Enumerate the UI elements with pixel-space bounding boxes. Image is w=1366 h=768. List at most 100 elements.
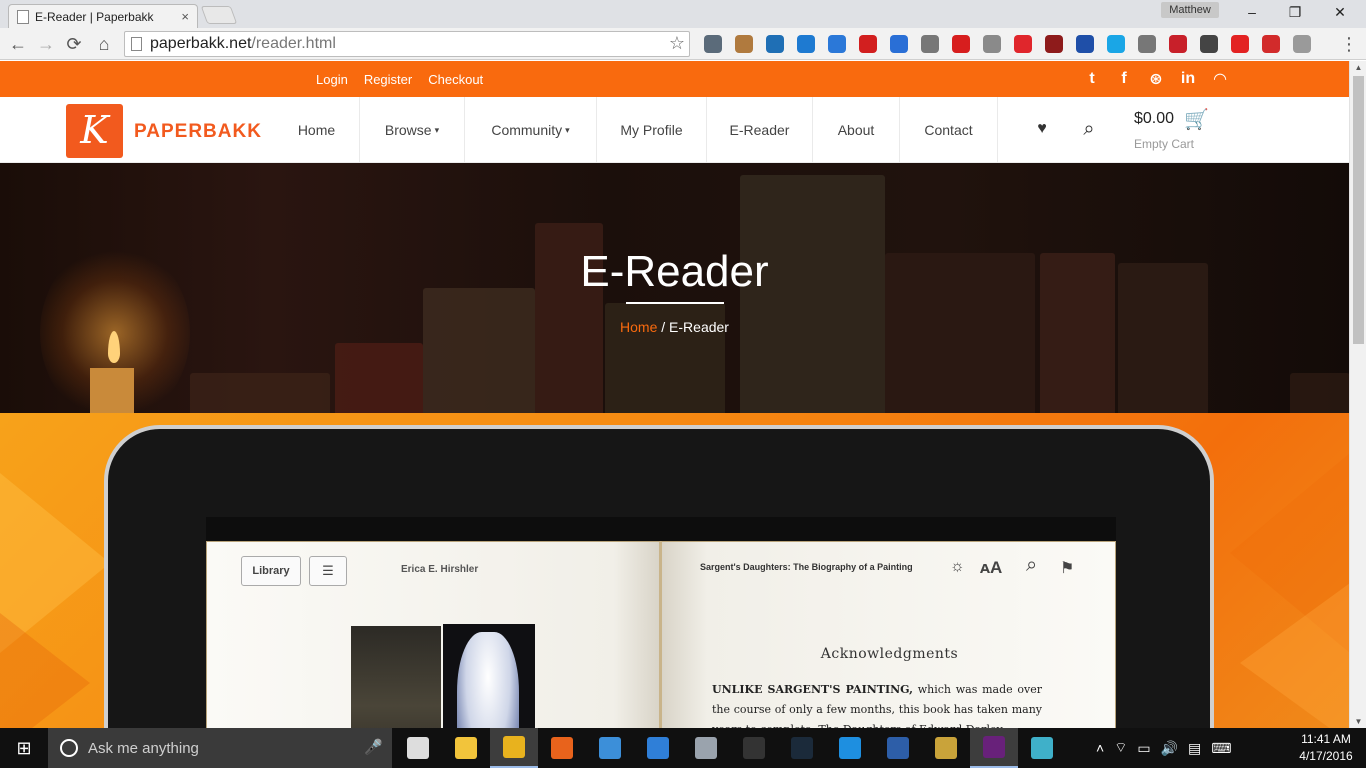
library-button[interactable]: Library <box>241 556 301 586</box>
scroll-thumb[interactable] <box>1353 76 1364 344</box>
profile-button[interactable]: Matthew <box>1161 2 1219 18</box>
network-ext-icon[interactable] <box>793 32 818 56</box>
show-hidden-icon[interactable]: ˄ <box>1096 740 1104 756</box>
browser-menu-button[interactable]: ⋮ <box>1337 32 1361 56</box>
chrome-icon[interactable] <box>490 728 538 768</box>
linkedin-icon[interactable]: in <box>1179 70 1197 88</box>
home-button[interactable]: ⌂ <box>92 32 116 56</box>
chevron-down-icon: ▾ <box>434 124 440 135</box>
start-button[interactable]: ⊞ <box>0 728 48 768</box>
film-ext-icon[interactable] <box>917 32 942 56</box>
twitter-icon[interactable]: t <box>1083 70 1101 88</box>
chat-ext-icon-glyph <box>765 35 784 53</box>
bookmark-star-icon[interactable]: ☆ <box>669 33 685 54</box>
alert-ext-icon[interactable] <box>855 32 880 56</box>
visual-studio-icon[interactable] <box>970 728 1018 768</box>
system-clock[interactable]: 11:41 AM 4/17/2016 <box>1296 731 1356 765</box>
steam-icon[interactable] <box>778 728 826 768</box>
phone-ext-icon[interactable] <box>700 32 725 56</box>
nav-item-e-reader[interactable]: E-Reader <box>707 97 813 163</box>
cortana-search[interactable]: Ask me anything 🎤 <box>48 728 392 768</box>
search-icon[interactable]: ⌕ <box>1077 117 1101 141</box>
cart-icon[interactable]: 🛒 <box>1184 107 1209 132</box>
brightness-icon[interactable]: ☼ <box>950 558 965 576</box>
wifi-icon[interactable]: ⌔ <box>1114 739 1127 757</box>
firefox-icon[interactable] <box>538 728 586 768</box>
nav-item-home[interactable]: Home <box>274 97 360 163</box>
clock-app-icon-glyph <box>647 737 669 759</box>
minimize-button[interactable]: – <box>1232 2 1272 22</box>
dribbble-icon[interactable]: ⊛ <box>1147 69 1165 89</box>
nav-item-contact[interactable]: Contact <box>900 97 998 163</box>
task-view-icon[interactable] <box>394 728 442 768</box>
new-tab-button[interactable] <box>200 6 238 24</box>
restore-button[interactable]: ❐ <box>1275 2 1315 22</box>
tab-close-icon[interactable]: × <box>181 9 189 24</box>
timer-ext-icon[interactable] <box>1258 32 1283 56</box>
ublock-ext-icon[interactable] <box>1041 32 1066 56</box>
keyboard-icon[interactable]: ⌨ <box>1211 740 1231 757</box>
register-link[interactable]: Register <box>364 72 412 87</box>
font-size-icon[interactable]: ᴀA <box>980 558 1002 578</box>
fastforward-ext-icon-glyph <box>1168 35 1187 53</box>
adblock-ext-icon[interactable] <box>948 32 973 56</box>
notifications-icon[interactable]: ▤ <box>1188 740 1201 757</box>
facebook-icon[interactable]: f <box>1115 70 1133 88</box>
login-link[interactable]: Login <box>316 72 348 87</box>
tools-app-icon-glyph <box>935 737 957 759</box>
task-view-icon-glyph <box>407 737 429 759</box>
bookmark-icon[interactable]: ⚑ <box>1060 558 1074 578</box>
browser-tab-active[interactable]: E-Reader | Paperbakk × <box>8 4 198 28</box>
nav-item-label: Browse <box>384 122 432 138</box>
tools-app-icon[interactable] <box>922 728 970 768</box>
file-explorer-icon[interactable] <box>442 728 490 768</box>
microphone-icon[interactable]: 🎤 <box>364 738 383 756</box>
user-ext-icon[interactable] <box>1289 32 1314 56</box>
cart-amount[interactable]: $0.00 <box>1134 110 1174 128</box>
megaphone-ext-icon[interactable] <box>886 32 911 56</box>
power-ext-icon[interactable] <box>1134 32 1159 56</box>
checkout-link[interactable]: Checkout <box>428 72 483 87</box>
ereader-screen: Library ☰ Erica E. Hirshler Sargent's Da… <box>206 517 1116 728</box>
back-button[interactable]: ← <box>6 32 30 56</box>
youtube-ext-icon[interactable] <box>1227 32 1252 56</box>
rss-icon[interactable]: ◠ <box>1211 69 1229 89</box>
yapi-ext-icon[interactable] <box>1072 32 1097 56</box>
fastforward-ext-icon[interactable] <box>1165 32 1190 56</box>
skype-ext-icon[interactable] <box>1103 32 1128 56</box>
sync-app-icon[interactable] <box>826 728 874 768</box>
nav-item-browse[interactable]: Browse ▾ <box>360 97 465 163</box>
clock-app-icon[interactable] <box>634 728 682 768</box>
phone-ext-icon-glyph <box>703 35 722 53</box>
heart-icon[interactable]: ♥ <box>1030 117 1054 141</box>
opera-ext-icon[interactable] <box>1010 32 1035 56</box>
cookie-ext-icon[interactable] <box>731 32 756 56</box>
gear-app-icon[interactable] <box>1018 728 1066 768</box>
link-ext-icon[interactable] <box>1196 32 1221 56</box>
scroll-down-icon[interactable]: ▼ <box>1350 717 1366 726</box>
puzzle-ext-icon[interactable] <box>979 32 1004 56</box>
battery-icon[interactable]: ▭ <box>1137 740 1150 757</box>
search-icon[interactable]: ⌕ <box>1026 554 1037 577</box>
volume-icon[interactable]: 🔊 <box>1161 740 1178 757</box>
nav-item-about[interactable]: About <box>813 97 900 163</box>
reload-button[interactable]: ⟳ <box>62 32 86 56</box>
address-bar[interactable]: paperbakk.net/reader.html ☆ <box>124 31 690 57</box>
network-app-icon[interactable] <box>874 728 922 768</box>
download-ext-icon[interactable] <box>824 32 849 56</box>
breadcrumb-home-link[interactable]: Home <box>620 319 657 335</box>
forward-button[interactable]: → <box>34 32 58 56</box>
page-scrollbar[interactable]: ▲ ▼ <box>1349 61 1366 728</box>
control-panel-icon[interactable] <box>586 728 634 768</box>
terminal-icon[interactable] <box>730 728 778 768</box>
close-window-button[interactable]: ✕ <box>1320 2 1360 22</box>
chevron-down-icon: ▾ <box>565 124 570 135</box>
logo-text[interactable]: PAPERBAKK <box>134 121 262 143</box>
scroll-up-icon[interactable]: ▲ <box>1350 63 1366 72</box>
remote-desktop-icon[interactable] <box>682 728 730 768</box>
toc-button[interactable]: ☰ <box>309 556 347 586</box>
chat-ext-icon[interactable] <box>762 32 787 56</box>
logo-icon[interactable]: K <box>66 104 123 158</box>
nav-item-community[interactable]: Community ▾ <box>465 97 597 163</box>
nav-item-my-profile[interactable]: My Profile <box>597 97 707 163</box>
